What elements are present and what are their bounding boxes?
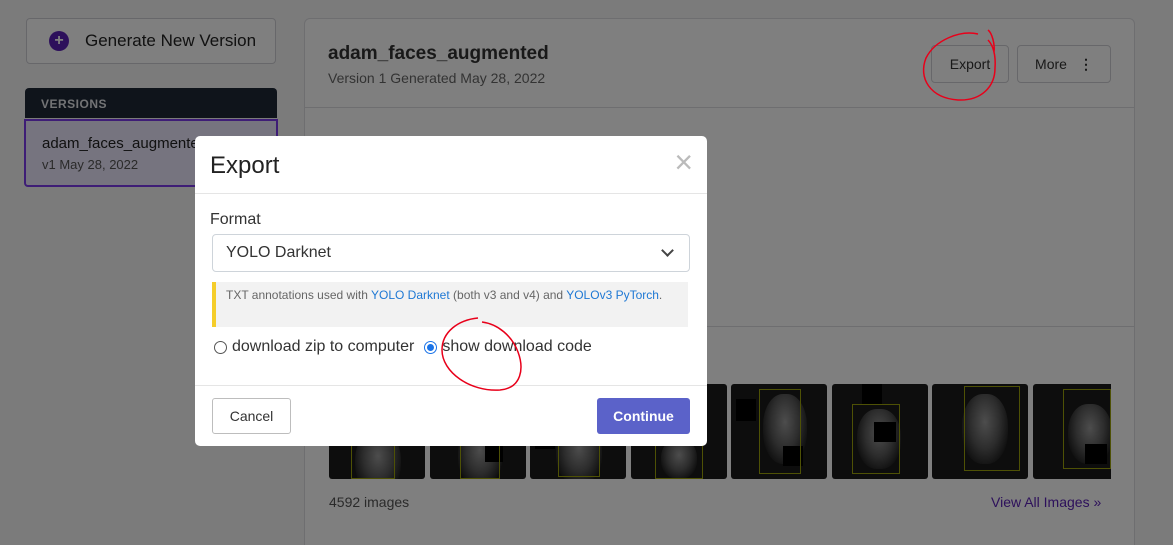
close-icon[interactable]: × bbox=[674, 146, 693, 178]
format-label: Format bbox=[210, 211, 261, 228]
modal-header: Export × bbox=[195, 136, 707, 194]
modal-title: Export bbox=[210, 152, 280, 179]
download-zip-radio[interactable] bbox=[214, 340, 227, 354]
format-info: TXT annotations used with YOLO Darknet (… bbox=[212, 282, 688, 327]
format-select[interactable]: YOLO Darknet bbox=[212, 234, 690, 272]
download-zip-label[interactable]: download zip to computer bbox=[232, 338, 414, 356]
format-value: YOLO Darknet bbox=[226, 244, 331, 261]
show-download-code-label[interactable]: show download code bbox=[442, 338, 591, 356]
yolo-darknet-link[interactable]: YOLO Darknet bbox=[371, 288, 450, 302]
export-modal: Export × Format YOLO Darknet TXT annotat… bbox=[195, 136, 707, 446]
modal-footer-divider bbox=[195, 385, 707, 386]
continue-button[interactable]: Continue bbox=[597, 398, 690, 434]
yolov3-pytorch-link[interactable]: YOLOv3 PyTorch bbox=[566, 288, 659, 302]
info-text: . bbox=[658, 288, 663, 302]
chevron-down-icon bbox=[661, 244, 674, 257]
show-download-code-radio[interactable] bbox=[424, 340, 438, 354]
info-text: (both v3 and v4) and bbox=[449, 288, 567, 302]
info-text: TXT annotations used with bbox=[226, 288, 371, 302]
export-options: download zip to computer show download c… bbox=[214, 338, 602, 356]
cancel-button[interactable]: Cancel bbox=[212, 398, 291, 434]
